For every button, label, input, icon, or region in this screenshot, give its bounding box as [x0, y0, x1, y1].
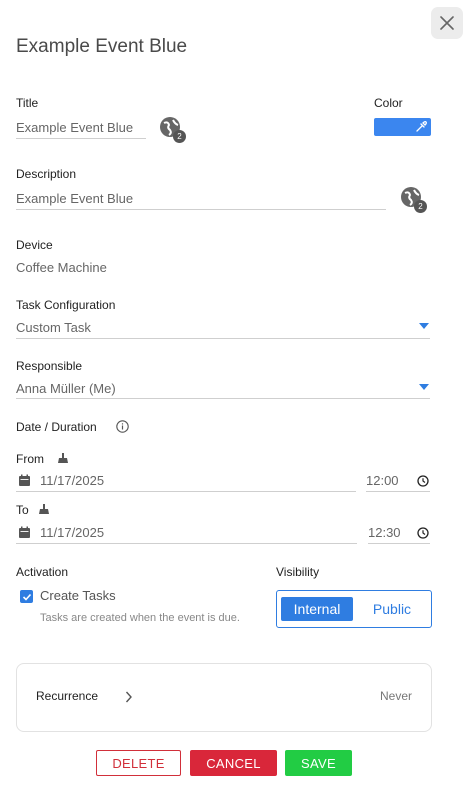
- description-translate-button[interactable]: 2: [400, 186, 427, 214]
- dropdown-arrow-icon: [419, 384, 429, 390]
- create-tasks-hint: Tasks are created when the event is due.: [40, 612, 240, 624]
- recurrence-row[interactable]: Recurrence Never: [16, 663, 432, 732]
- from-date-input[interactable]: 11/17/2025: [16, 473, 356, 492]
- recurrence-label: Recurrence: [36, 689, 99, 703]
- activation-label: Activation: [16, 565, 69, 579]
- visibility-label: Visibility: [276, 565, 320, 579]
- recurrence-value: Never: [379, 689, 412, 703]
- delete-button[interactable]: DELETE: [96, 750, 181, 776]
- translation-count-badge: 2: [173, 130, 186, 143]
- to-date-input[interactable]: 11/17/2025: [16, 525, 357, 544]
- broom-icon[interactable]: [57, 452, 69, 464]
- to-time-value: 12:30: [368, 525, 401, 540]
- task-configuration-select[interactable]: Custom Task: [16, 320, 430, 339]
- clock-icon: [417, 527, 429, 539]
- description-label: Description: [16, 167, 77, 181]
- visibility-option-internal[interactable]: Internal: [281, 597, 353, 621]
- translation-count-badge: 2: [414, 200, 427, 213]
- color-picker[interactable]: [374, 118, 431, 136]
- color-label: Color: [374, 96, 403, 110]
- calendar-icon: [19, 526, 30, 538]
- chevron-right-icon: [125, 691, 132, 703]
- title-label: Title: [16, 96, 39, 110]
- device-label: Device: [16, 238, 53, 252]
- to-date-value: 11/17/2025: [40, 525, 105, 540]
- title-input[interactable]: Example Event Blue: [16, 120, 146, 139]
- date-duration-label: Date / Duration: [16, 420, 97, 434]
- from-date-value: 11/17/2025: [40, 473, 105, 488]
- task-configuration-label: Task Configuration: [16, 298, 116, 312]
- checkmark-icon: [22, 593, 31, 601]
- info-icon[interactable]: [116, 420, 129, 433]
- cancel-button[interactable]: CANCEL: [190, 750, 277, 776]
- clock-icon: [417, 475, 429, 487]
- description-input[interactable]: Example Event Blue: [16, 191, 386, 210]
- dialog-title: Example Event Blue: [16, 36, 188, 57]
- from-label: From: [16, 452, 44, 466]
- close-button[interactable]: [431, 7, 463, 39]
- eyedropper-icon: [416, 121, 427, 132]
- calendar-icon: [19, 474, 30, 486]
- create-tasks-checkbox[interactable]: [20, 590, 33, 603]
- to-time-input[interactable]: 12:30: [368, 525, 430, 544]
- title-translate-button[interactable]: 2: [159, 116, 186, 144]
- close-icon: [440, 16, 454, 30]
- visibility-option-public[interactable]: Public: [356, 597, 428, 621]
- device-value: Coffee Machine: [16, 260, 107, 275]
- to-label: To: [16, 503, 29, 517]
- from-time-input[interactable]: 12:00: [366, 473, 430, 492]
- broom-icon[interactable]: [38, 503, 50, 515]
- responsible-select[interactable]: Anna Müller (Me): [16, 381, 430, 399]
- from-time-value: 12:00: [366, 473, 399, 488]
- responsible-value: Anna Müller (Me): [16, 381, 116, 396]
- save-button[interactable]: SAVE: [285, 750, 352, 776]
- task-configuration-value: Custom Task: [16, 320, 91, 335]
- dropdown-arrow-icon: [419, 323, 429, 329]
- create-tasks-label[interactable]: Create Tasks: [40, 588, 116, 603]
- responsible-label: Responsible: [16, 359, 83, 373]
